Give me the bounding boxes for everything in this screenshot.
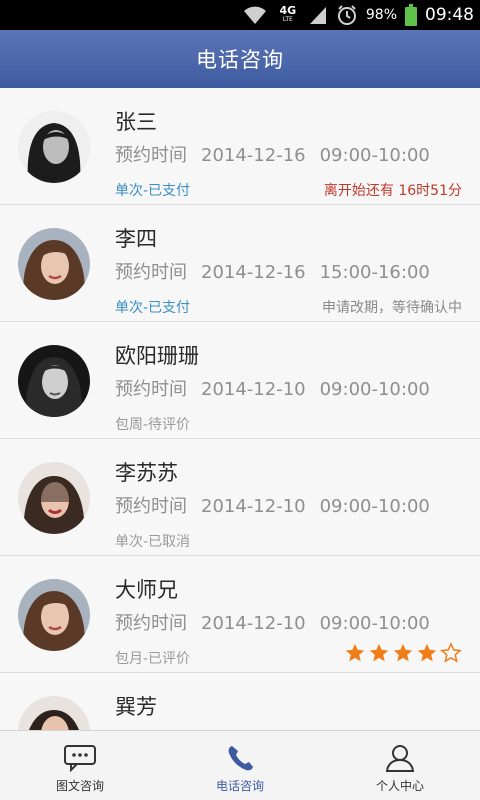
avatar (18, 228, 90, 300)
network-type: 4G LTE (279, 4, 297, 23)
client-name: 李四 (115, 227, 157, 251)
tab-label: 电话咨询 (215, 779, 264, 793)
tab-text-consult[interactable]: 图文咨询 (0, 731, 160, 800)
avatar (18, 579, 90, 651)
star-empty-icon (440, 642, 462, 663)
appointment-date: 2014-12-16 (201, 145, 306, 166)
app-screen: 4G LTE 98% 09:48 电话咨询 张三 预约时间 2014-12-16… (0, 0, 480, 800)
avatar (18, 345, 90, 417)
consultation-item[interactable]: 大师兄 预约时间 2014-12-10 09:00-10:00 包月-已评价 (0, 556, 480, 673)
reschedule-status: 申请改期，等待确认中 (322, 300, 462, 316)
appointment-time: 预约时间 2014-12-16 09:00-10:00 (115, 141, 444, 167)
bottom-nav: 图文咨询 电话咨询 个人中心 (0, 730, 480, 800)
consultation-type: 包周-待评价 (115, 417, 191, 433)
time-label: 预约时间 (115, 379, 187, 400)
client-name: 欧阳珊珊 (115, 344, 199, 368)
battery-percent: 98% (365, 7, 397, 23)
client-name: 大师兄 (115, 578, 178, 602)
appointment-time: 预约时间 2014-12-10 09:00-10:00 (115, 609, 444, 635)
tab-label: 图文咨询 (55, 779, 104, 793)
status-bar: 4G LTE 98% 09:48 (0, 0, 480, 30)
appointment-slot: 09:00-10:00 (319, 613, 430, 634)
appointment-date: 2014-12-10 (201, 379, 306, 400)
appointment-date: 2014-12-16 (201, 262, 306, 283)
consultation-type: 包月-已评价 (115, 651, 191, 667)
appointment-time: 预约时间 2014-12-16 15:00-16:00 (115, 258, 444, 284)
avatar (18, 462, 90, 534)
star-filled-icon (417, 643, 437, 662)
avatar (18, 696, 90, 730)
consultation-item[interactable]: 李苏苏 预约时间 2014-12-10 09:00-10:00 单次-已取消 (0, 439, 480, 556)
time-label: 预约时间 (115, 262, 187, 283)
appointment-slot: 15:00-16:00 (319, 262, 430, 283)
app-header: 电话咨询 (0, 30, 480, 88)
consultation-list[interactable]: 张三 预约时间 2014-12-16 09:00-10:00 单次-已支付 离开始还… (0, 88, 480, 730)
appointment-slot: 09:00-10:00 (319, 379, 430, 400)
consultation-type: 单次-已取消 (115, 534, 191, 550)
time-label: 预约时间 (115, 496, 187, 517)
client-name: 张三 (115, 110, 157, 134)
battery-icon (405, 4, 417, 26)
tab-label: 个人中心 (375, 779, 424, 793)
alarm-icon (337, 5, 356, 25)
appointment-date: 2014-12-10 (201, 613, 306, 634)
consultation-item[interactable]: 张三 预约时间 2014-12-16 09:00-10:00 单次-已支付 离开始还… (0, 88, 480, 205)
consultation-item[interactable]: 李四 预约时间 2014-12-16 15:00-16:00 单次-已支付 申请改期… (0, 205, 480, 322)
chat-icon (64, 745, 96, 773)
star-filled-icon (345, 643, 365, 662)
time-label: 预约时间 (115, 613, 187, 634)
consultation-type: 单次-已支付 (115, 183, 191, 199)
appointment-slot: 09:00-10:00 (319, 496, 430, 517)
tab-phone-consult[interactable]: 电话咨询 (160, 731, 320, 800)
signal-icon (309, 7, 326, 24)
phone-icon (228, 746, 253, 771)
time-label: 预约时间 (115, 145, 187, 166)
appointment-slot: 09:00-10:00 (319, 145, 430, 166)
clock-time: 09:48 (425, 5, 474, 25)
countdown-status: 离开始还有 16时51分 (323, 183, 462, 199)
appointment-time: 预约时间 2014-12-10 09:00-10:00 (115, 375, 444, 401)
consultation-item[interactable]: 欧阳珊珊 预约时间 2014-12-10 09:00-10:00 包周-待评价 (0, 322, 480, 439)
client-name: 巽芳 (115, 695, 157, 719)
appointment-date: 2014-12-10 (201, 496, 306, 517)
user-icon (385, 745, 415, 772)
consultation-type: 单次-已支付 (115, 300, 191, 316)
appointment-time: 预约时间 2014-12-10 09:00-10:00 (115, 492, 444, 518)
wifi-icon (243, 6, 266, 24)
rating-stars (344, 642, 462, 664)
star-filled-icon (393, 643, 413, 662)
client-name: 李苏苏 (115, 461, 178, 485)
consultation-item[interactable]: 巽芳 (0, 673, 480, 730)
star-filled-icon (369, 643, 389, 662)
avatar (18, 111, 90, 183)
tab-profile[interactable]: 个人中心 (320, 731, 480, 800)
page-title: 电话咨询 (196, 48, 284, 72)
